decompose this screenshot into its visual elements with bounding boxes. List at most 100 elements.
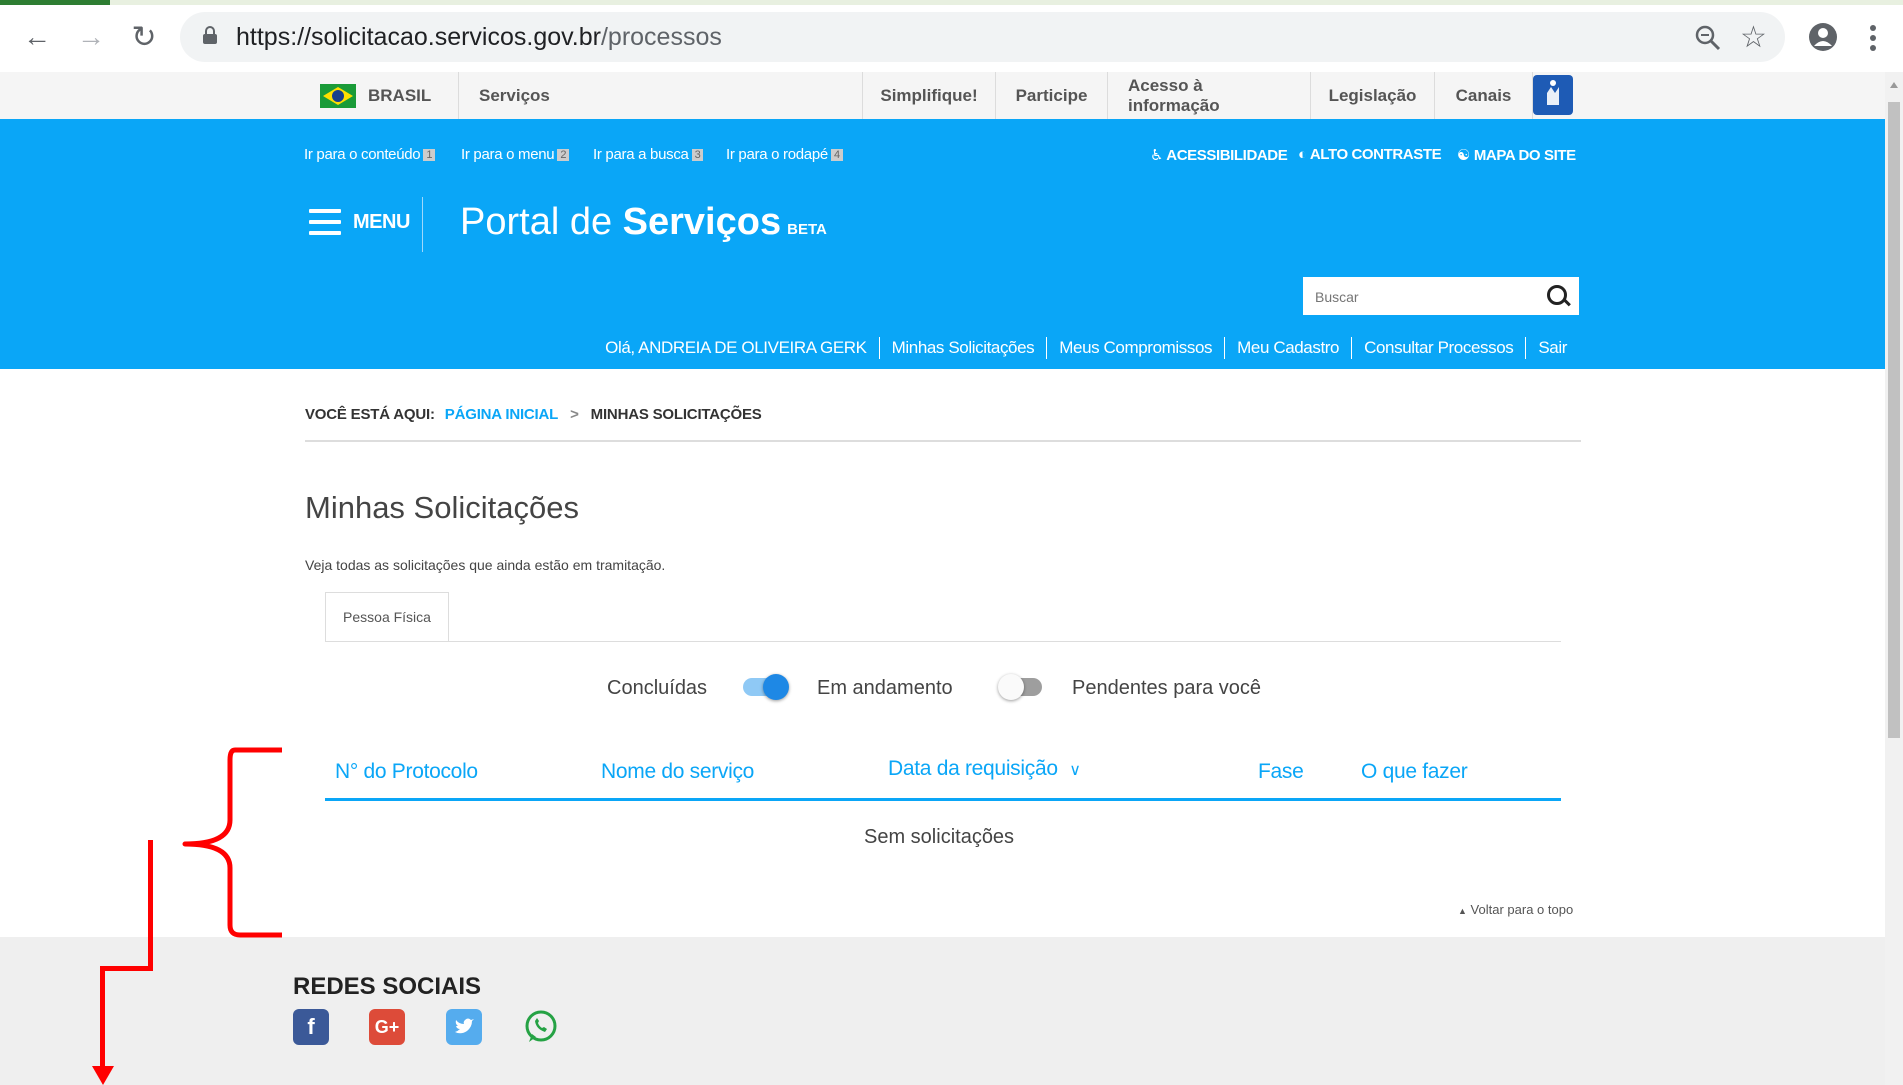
nav-sair[interactable]: Sair bbox=[1525, 337, 1579, 359]
breadcrumb-prefix: VOCÊ ESTÁ AQUI: bbox=[305, 406, 435, 423]
concluidas-toggle[interactable] bbox=[743, 674, 789, 700]
address-bar[interactable]: https://solicitacao.servicos.gov.br/proc… bbox=[180, 12, 1785, 62]
google-plus-icon[interactable]: G+ bbox=[369, 1009, 405, 1045]
skip-link-number: 4 bbox=[830, 149, 843, 162]
page-title: Minhas Solicitações bbox=[305, 490, 579, 525]
govbar-legislacao[interactable]: Legislação bbox=[1310, 72, 1434, 119]
govbar-simplifique[interactable]: Simplifique! bbox=[862, 72, 995, 119]
back-to-top-label: Voltar para o topo bbox=[1470, 902, 1574, 917]
skip-link-label: Ir para a busca bbox=[593, 146, 689, 163]
nav-meus-compromissos[interactable]: Meus Compromissos bbox=[1046, 337, 1224, 359]
skip-link-label: Ir para o menu bbox=[461, 146, 555, 163]
annotation-arrow-segment bbox=[100, 966, 153, 971]
search-icon[interactable] bbox=[1547, 285, 1567, 305]
header-divider bbox=[422, 197, 423, 252]
search-input[interactable] bbox=[1313, 285, 1527, 309]
scroll-up-icon[interactable] bbox=[1890, 82, 1898, 88]
back-icon[interactable]: ← bbox=[20, 20, 54, 54]
browser-toolbar: ← → ↻ https://solicitacao.servicos.gov.b… bbox=[0, 0, 1903, 73]
high-contrast-label: ALTO CONTRASTE bbox=[1309, 146, 1442, 163]
govbar-item-label: Participe bbox=[1015, 85, 1088, 105]
high-contrast-link[interactable]: ◐ ALTO CONTRASTE bbox=[1298, 146, 1442, 163]
skip-link-content[interactable]: Ir para o conteúdo 1 bbox=[304, 146, 436, 163]
sitemap-icon: ☯ bbox=[1457, 147, 1474, 164]
tab-pessoa-fisica[interactable]: Pessoa Física bbox=[325, 592, 449, 642]
skip-link-number: 3 bbox=[691, 149, 704, 162]
url-text[interactable]: https://solicitacao.servicos.gov.br/proc… bbox=[236, 23, 722, 52]
sitemap-link[interactable]: ☯ MAPA DO SITE bbox=[1457, 146, 1576, 164]
user-nav: Olá, ANDREIA DE OLIVEIRA GERK Minhas Sol… bbox=[593, 337, 1579, 359]
govbar-item-label: Canais bbox=[1455, 85, 1512, 105]
menu-button[interactable]: MENU bbox=[309, 209, 410, 235]
arrow-up-icon: ▲ bbox=[1458, 906, 1467, 916]
page-description: Veja todas as solicitações que ainda est… bbox=[305, 557, 666, 573]
menu-label: MENU bbox=[353, 210, 410, 233]
user-greeting: Olá, ANDREIA DE OLIVEIRA GERK bbox=[605, 338, 867, 357]
forward-icon[interactable]: → bbox=[74, 20, 108, 54]
star-icon[interactable]: ☆ bbox=[1740, 20, 1767, 55]
search-box bbox=[1303, 277, 1579, 315]
annotation-arrow-segment bbox=[148, 840, 153, 970]
govbar-acesso-informacao[interactable]: Acesso à informação bbox=[1107, 72, 1310, 119]
url-host: https://solicitacao.servicos.gov.br bbox=[236, 23, 601, 51]
govbar-item-label: Simplifique! bbox=[880, 85, 978, 105]
column-data-requisicao[interactable]: Data da requisição ∨ bbox=[888, 757, 1081, 781]
skip-link-footer[interactable]: Ir para o rodapé 4 bbox=[726, 146, 843, 163]
skip-link-number: 2 bbox=[557, 149, 570, 162]
em-andamento-label: Em andamento bbox=[817, 677, 953, 699]
breadcrumb-divider bbox=[305, 440, 1581, 442]
accessibility-link[interactable]: ♿ ACESSIBILIDADE bbox=[1150, 146, 1288, 164]
pendentes-toggle[interactable] bbox=[998, 674, 1042, 700]
vlibras-icon[interactable] bbox=[1533, 75, 1573, 115]
govbar-participe[interactable]: Participe bbox=[995, 72, 1107, 119]
brasil-link[interactable]: BRASIL bbox=[300, 72, 458, 119]
scrollbar-thumb[interactable] bbox=[1888, 102, 1900, 738]
skip-link-menu[interactable]: Ir para o menu 2 bbox=[461, 146, 570, 163]
tab-underline bbox=[325, 641, 1561, 642]
url-path: /processos bbox=[600, 23, 722, 51]
column-nome-servico[interactable]: Nome do serviço bbox=[601, 760, 754, 784]
brasil-label: BRASIL bbox=[368, 85, 432, 105]
government-bar: BRASIL Serviços Simplifique! Participe A… bbox=[0, 72, 1903, 120]
skip-link-search[interactable]: Ir para a busca 3 bbox=[593, 146, 704, 163]
govbar-canais[interactable]: Canais bbox=[1434, 72, 1533, 119]
whatsapp-icon[interactable] bbox=[523, 1009, 559, 1045]
breadcrumb: VOCÊ ESTÁ AQUI: PÁGINA INICIAL > MINHAS SOL… bbox=[305, 406, 762, 423]
nav-meu-cadastro[interactable]: Meu Cadastro bbox=[1224, 337, 1351, 359]
account-icon[interactable] bbox=[1808, 22, 1838, 52]
column-data-label: Data da requisição bbox=[888, 757, 1058, 780]
sitemap-label: MAPA DO SITE bbox=[1473, 147, 1576, 164]
govbar-servicos[interactable]: Serviços bbox=[458, 72, 862, 119]
portal-bold: Serviços bbox=[622, 201, 782, 243]
column-protocolo[interactable]: N° do Protocolo bbox=[335, 760, 478, 784]
toggle-knob bbox=[998, 674, 1024, 700]
facebook-icon[interactable]: f bbox=[293, 1009, 329, 1045]
govbar-item-label: Legislação bbox=[1328, 85, 1417, 105]
site-header: Ir para o conteúdo 1 Ir para o menu 2 Ir p… bbox=[0, 119, 1885, 369]
reload-icon[interactable]: ↻ bbox=[127, 20, 161, 54]
portal-logo[interactable]: Portal de Serviços BETA bbox=[460, 201, 827, 244]
toggle-knob bbox=[763, 674, 789, 700]
skip-link-label: Ir para o conteúdo bbox=[304, 146, 421, 163]
column-fase[interactable]: Fase bbox=[1258, 760, 1304, 784]
annotation-arrowhead-icon bbox=[92, 1066, 114, 1085]
lock-icon bbox=[203, 26, 217, 44]
breadcrumb-separator-icon: > bbox=[570, 406, 579, 423]
pendentes-label: Pendentes para você bbox=[1072, 677, 1262, 699]
annotation-arrow-segment bbox=[100, 966, 105, 1072]
nav-consultar-processos[interactable]: Consultar Processos bbox=[1351, 337, 1525, 359]
nav-minhas-solicitacoes[interactable]: Minhas Solicitações bbox=[878, 337, 1047, 359]
contrast-icon: ◐ bbox=[1298, 146, 1310, 163]
breadcrumb-home[interactable]: PÁGINA INICIAL bbox=[445, 406, 559, 423]
twitter-icon[interactable] bbox=[446, 1009, 482, 1045]
brazil-flag-icon bbox=[320, 83, 356, 108]
table-header-underline bbox=[325, 798, 1561, 801]
kebab-menu-icon[interactable] bbox=[1869, 24, 1877, 52]
column-o-que-fazer[interactable]: O que fazer bbox=[1361, 760, 1468, 784]
annotation-brace bbox=[182, 747, 282, 938]
page-scrollbar[interactable] bbox=[1885, 72, 1903, 1085]
hamburger-icon bbox=[309, 209, 341, 235]
zoom-icon[interactable] bbox=[1695, 25, 1721, 51]
active-tab-indicator bbox=[0, 0, 110, 5]
back-to-top-link[interactable]: ▲ Voltar para o topo bbox=[1458, 902, 1573, 917]
